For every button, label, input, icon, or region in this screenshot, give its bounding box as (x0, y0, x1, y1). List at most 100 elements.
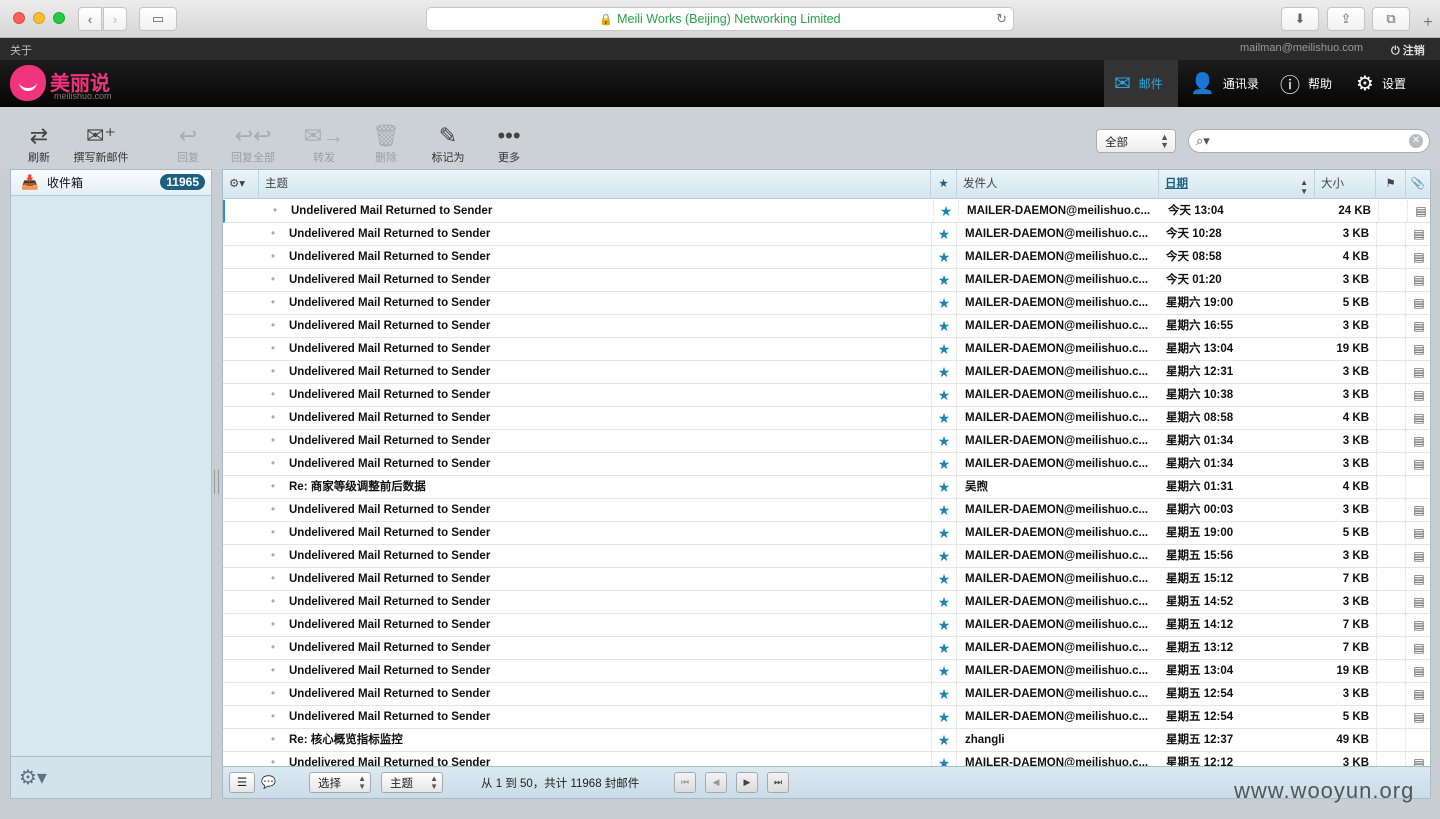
table-row[interactable]: • Undelivered Mail Returned to Sender ★ MAI… (223, 614, 1430, 637)
reply-all-button[interactable]: ↩↩ 回复全部 (224, 123, 282, 165)
delete-button[interactable]: 🗑 删除 (370, 123, 402, 165)
star-icon[interactable]: ★ (931, 407, 957, 429)
table-row[interactable]: • Undelivered Mail Returned to Sender ★ MAI… (223, 591, 1430, 614)
more-button[interactable]: ••• 更多 (492, 123, 526, 165)
table-row[interactable]: • Undelivered Mail Returned to Sender ★ MAI… (223, 683, 1430, 706)
first-page-icon[interactable]: ⏮ (674, 772, 696, 793)
star-icon[interactable]: ★ (931, 269, 957, 291)
flag-cell[interactable] (1376, 637, 1406, 659)
star-icon[interactable]: ★ (931, 614, 957, 636)
next-page-icon[interactable]: ▶ (736, 772, 758, 793)
star-icon[interactable]: ★ (931, 522, 957, 544)
sidebar-toggle-icon[interactable]: ▭ (139, 7, 177, 31)
flag-cell[interactable] (1376, 361, 1406, 383)
table-row[interactable]: • Undelivered Mail Returned to Sender ★ MAI… (223, 384, 1430, 407)
flag-cell[interactable] (1376, 660, 1406, 682)
table-row[interactable]: • Undelivered Mail Returned to Sender ★ MAI… (223, 430, 1430, 453)
star-icon[interactable]: ★ (931, 568, 957, 590)
download-icon[interactable]: ⬇ (1281, 7, 1319, 31)
nav-help[interactable]: ⓘ 帮助 (1280, 60, 1332, 107)
address-bar[interactable]: 🔒 Meili Works (Beijing) Networking Limit… (426, 7, 1014, 31)
nav-mail[interactable]: ✉ 邮件 (1104, 60, 1178, 107)
flag-cell[interactable] (1376, 591, 1406, 613)
star-icon[interactable]: ★ (931, 591, 957, 613)
flag-cell[interactable] (1376, 545, 1406, 567)
tabs-overview-icon[interactable]: ⧉ (1372, 7, 1410, 31)
back-icon[interactable]: ‹ (78, 7, 102, 31)
table-row[interactable]: • Re: 商家等级调整前后数据 ★ 吴煦 星期六 01:31 4 KB (223, 476, 1430, 499)
table-row[interactable]: • Undelivered Mail Returned to Sender ★ MAI… (223, 246, 1430, 269)
flag-cell[interactable] (1376, 384, 1406, 406)
table-row[interactable]: • Undelivered Mail Returned to Sender ★ MAI… (223, 269, 1430, 292)
thread-dropdown[interactable]: 主题 ▲ ▼ (381, 772, 443, 793)
table-row[interactable]: • Re: 核心概览指标监控 ★ zhangli 星期五 12:37 49 KB (223, 729, 1430, 752)
table-row[interactable]: • Undelivered Mail Returned to Sender ★ MAI… (223, 223, 1430, 246)
refresh-button[interactable]: ⇄ 刷新 (22, 123, 56, 165)
star-icon[interactable]: ★ (931, 292, 957, 314)
thread-view-icon[interactable]: 💬 (261, 775, 276, 789)
star-icon[interactable]: ★ (931, 729, 957, 751)
flag-cell[interactable] (1376, 568, 1406, 590)
list-options-gear-icon[interactable]: ⚙▾ (223, 170, 259, 199)
flag-cell[interactable] (1376, 683, 1406, 705)
clear-search-icon[interactable]: ✕ (1409, 134, 1423, 148)
flag-cell[interactable] (1376, 476, 1406, 498)
star-icon[interactable]: ★ (931, 637, 957, 659)
table-row[interactable]: • Undelivered Mail Returned to Sender ★ MAI… (223, 338, 1430, 361)
forward-icon[interactable]: › (103, 7, 127, 31)
star-icon[interactable]: ★ (931, 430, 957, 452)
flag-cell[interactable] (1376, 223, 1406, 245)
star-icon[interactable]: ★ (933, 200, 959, 222)
flag-cell[interactable] (1376, 706, 1406, 728)
star-icon[interactable]: ★ (931, 246, 957, 268)
table-row[interactable]: • Undelivered Mail Returned to Sender ★ MAI… (223, 706, 1430, 729)
star-icon[interactable]: ★ (931, 660, 957, 682)
last-page-icon[interactable]: ⏭ (767, 772, 789, 793)
star-icon[interactable]: ★ (931, 476, 957, 498)
close-window-button[interactable] (13, 12, 25, 24)
star-icon[interactable]: ★ (931, 683, 957, 705)
zoom-window-button[interactable] (53, 12, 65, 24)
reload-icon[interactable]: ↻ (996, 11, 1007, 27)
flag-cell[interactable] (1376, 522, 1406, 544)
column-subject[interactable]: 主题 (259, 170, 931, 199)
flag-cell[interactable] (1376, 292, 1406, 314)
star-icon[interactable]: ★ (931, 545, 957, 567)
flag-cell[interactable] (1376, 499, 1406, 521)
pane-splitter[interactable] (214, 470, 219, 494)
flag-cell[interactable] (1376, 729, 1406, 751)
column-date[interactable]: 日期 ▲ ▼ (1159, 170, 1315, 199)
flag-cell[interactable] (1378, 200, 1408, 222)
folder-settings-gear-icon[interactable]: ⚙▾ (19, 765, 47, 790)
column-star-icon[interactable]: ★ (931, 170, 957, 199)
flag-cell[interactable] (1376, 614, 1406, 636)
flag-cell[interactable] (1376, 315, 1406, 337)
flag-cell[interactable] (1376, 246, 1406, 268)
logout-link[interactable]: ⏻ 注销 (1391, 42, 1425, 58)
star-icon[interactable]: ★ (931, 315, 957, 337)
table-row[interactable]: • Undelivered Mail Returned to Sender ★ MAI… (223, 522, 1430, 545)
table-row[interactable]: • Undelivered Mail Returned to Sender ★ MAI… (223, 453, 1430, 476)
table-row[interactable]: • Undelivered Mail Returned to Sender ★ MAI… (223, 200, 1430, 223)
star-icon[interactable]: ★ (931, 706, 957, 728)
filter-select[interactable]: 全部 ▲ ▼ (1096, 129, 1176, 153)
column-attachment-icon[interactable]: 📎 (1406, 170, 1430, 199)
table-row[interactable]: • Undelivered Mail Returned to Sender ★ MAI… (223, 407, 1430, 430)
table-row[interactable]: • Undelivered Mail Returned to Sender ★ MAI… (223, 660, 1430, 683)
mark-as-button[interactable]: ✎ 标记为 (426, 123, 470, 165)
flag-cell[interactable] (1376, 453, 1406, 475)
table-row[interactable]: • Undelivered Mail Returned to Sender ★ MAI… (223, 545, 1430, 568)
nav-settings[interactable]: ⚙ 设置 (1356, 60, 1406, 107)
star-icon[interactable]: ★ (931, 361, 957, 383)
column-from[interactable]: 发件人 (957, 170, 1159, 199)
star-icon[interactable]: ★ (931, 499, 957, 521)
star-icon[interactable]: ★ (931, 384, 957, 406)
star-icon[interactable]: ★ (931, 338, 957, 360)
compose-button[interactable]: ✉⁺ 撰写新邮件 (72, 123, 130, 165)
prev-page-icon[interactable]: ◀ (705, 772, 727, 793)
table-row[interactable]: • Undelivered Mail Returned to Sender ★ MAI… (223, 361, 1430, 384)
about-link[interactable]: 关于 (10, 42, 32, 58)
column-flag-icon[interactable]: ⚑ (1376, 170, 1406, 199)
folder-inbox[interactable]: 📥 收件箱 11965 (11, 170, 211, 196)
column-size[interactable]: 大小 (1315, 170, 1376, 199)
